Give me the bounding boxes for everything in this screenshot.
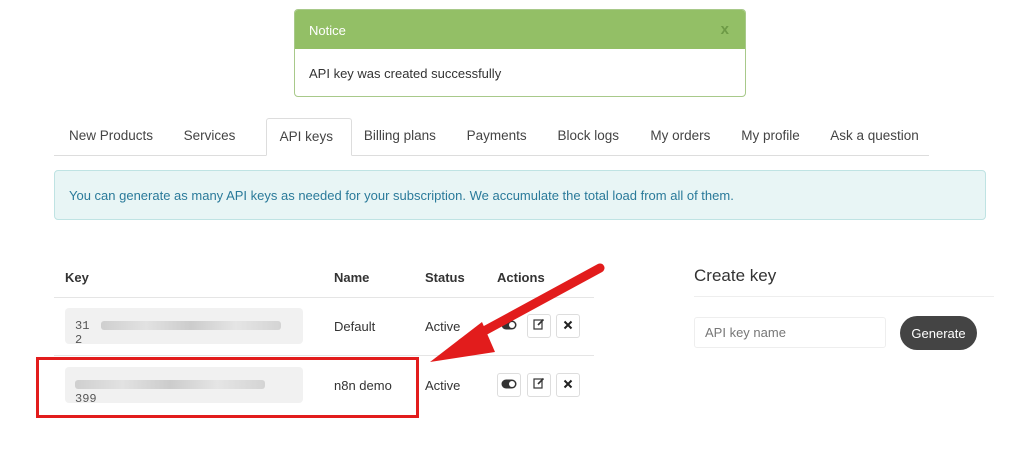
section-divider: [694, 296, 994, 297]
api-key-name-input[interactable]: [694, 317, 886, 348]
annotation-arrow: [430, 263, 605, 362]
create-key-title: Create key: [694, 266, 777, 285]
generate-button[interactable]: Generate: [900, 316, 977, 350]
